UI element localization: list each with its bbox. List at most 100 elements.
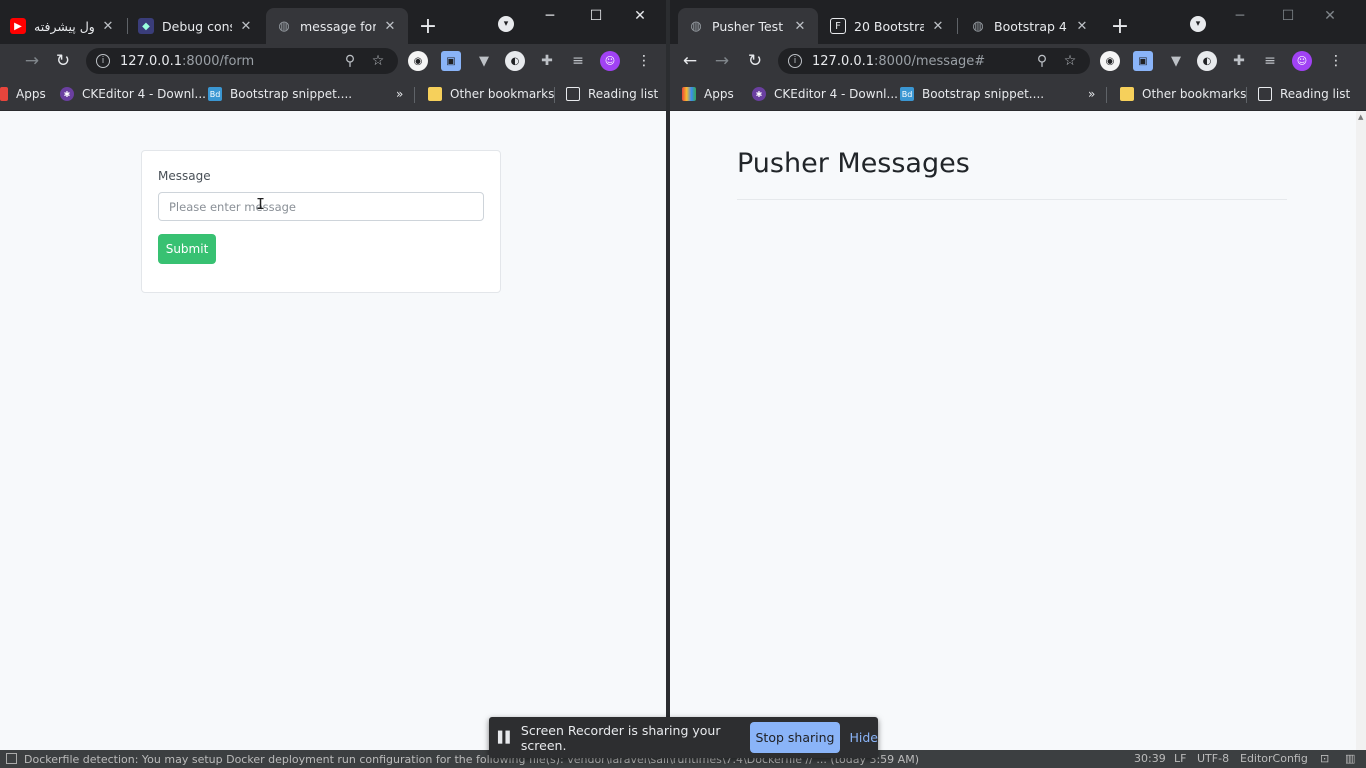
tab-strip: ◍ Pusher Test ✕ F 20 Bootstrap C ✕ ◍ Boo… <box>670 0 1366 44</box>
trash-icon[interactable]: ▥ <box>1345 752 1355 765</box>
menu-icon[interactable]: ⋮ <box>1326 51 1346 71</box>
vue-devtools-icon[interactable]: ▼ <box>474 51 494 71</box>
status-toggle-icon[interactable] <box>6 753 17 764</box>
ckeditor-icon: ✱ <box>60 87 74 101</box>
tab-search-icon[interactable]: ▾ <box>498 16 514 32</box>
lock-icon[interactable]: ⊡ <box>1320 752 1329 765</box>
close-icon[interactable]: ✕ <box>100 19 116 34</box>
line-separator[interactable]: LF <box>1174 752 1186 765</box>
editorconfig-status[interactable]: EditorConfig <box>1240 752 1308 765</box>
close-window-icon[interactable]: ✕ <box>1310 4 1350 28</box>
bootdey-icon: Bd <box>208 87 222 101</box>
close-icon[interactable]: ✕ <box>930 19 946 34</box>
tab-20-bootstrap[interactable]: F 20 Bootstrap C ✕ <box>820 8 956 44</box>
tab-youtube[interactable]: ▶ لاراول پیشرفته ✕ <box>0 8 126 44</box>
minimize-icon[interactable]: ─ <box>1220 4 1260 28</box>
minimize-icon[interactable]: ─ <box>530 4 570 28</box>
address-bar[interactable]: i 127.0.0.1:8000/message# ⚲ ☆ <box>778 48 1090 74</box>
bookmark-label: Reading list <box>1280 87 1351 101</box>
caret-position[interactable]: 30:39 <box>1134 752 1166 765</box>
extensions-puzzle-icon[interactable]: ✚ <box>1229 51 1249 71</box>
maximize-icon[interactable]: ☐ <box>576 4 616 28</box>
bookmark-bootstrap-snippet[interactable]: Bd Bootstrap snippet.... <box>900 85 1044 103</box>
new-tab-button[interactable]: + <box>414 12 442 40</box>
bookmarks-overflow-button[interactable]: » <box>1088 85 1095 103</box>
maximize-icon[interactable]: ☐ <box>1268 4 1308 28</box>
vue-devtools-icon[interactable]: ▼ <box>1166 51 1186 71</box>
stop-sharing-button[interactable]: Stop sharing <box>750 722 840 753</box>
reload-icon[interactable]: ↻ <box>743 49 767 73</box>
close-icon[interactable]: ✕ <box>792 19 808 34</box>
globe-icon: ◍ <box>972 18 984 34</box>
folder-icon <box>428 87 442 101</box>
tab-title: message form <box>300 18 376 34</box>
bookmark-star-icon[interactable]: ☆ <box>1060 53 1080 69</box>
profile-avatar[interactable]: ☺ <box>1292 51 1312 71</box>
scrollbar[interactable]: ▲ <box>1356 111 1366 750</box>
youtube-icon: ▶ <box>10 18 26 34</box>
bookmark-bootstrap-snippet[interactable]: Bd Bootstrap snippet.... <box>208 85 352 103</box>
back-icon[interactable]: ← <box>678 49 702 73</box>
message-label: Message <box>158 169 211 183</box>
submit-button[interactable]: Submit <box>158 234 216 264</box>
close-icon[interactable]: ✕ <box>238 19 254 34</box>
bootdey-icon: Bd <box>900 87 914 101</box>
tab-pusher-test[interactable]: ◍ Pusher Test ✕ <box>678 8 818 44</box>
bookmark-other[interactable]: Other bookmarks <box>1120 85 1246 103</box>
apps-shortcut[interactable]: Apps <box>0 85 46 103</box>
bookmark-label: Reading list <box>588 87 659 101</box>
tab-message-form[interactable]: ◍ message form ✕ <box>266 8 408 44</box>
bookmark-star-icon[interactable]: ☆ <box>368 53 388 69</box>
ckeditor-icon: ✱ <box>752 87 766 101</box>
message-form-card: Message Submit <box>141 150 501 293</box>
url-text: 127.0.0.1:8000/form <box>120 53 255 69</box>
extension-globe-icon[interactable]: ◉ <box>1100 51 1120 71</box>
reload-icon[interactable]: ↻ <box>51 49 75 73</box>
bookmark-other[interactable]: Other bookmarks <box>428 85 554 103</box>
zoom-icon[interactable]: ⚲ <box>340 53 360 69</box>
forward-icon[interactable]: → <box>20 49 44 73</box>
close-icon[interactable]: ✕ <box>1074 19 1090 34</box>
new-tab-button[interactable]: + <box>1106 12 1134 40</box>
address-bar[interactable]: i 127.0.0.1:8000/form ⚲ ☆ <box>86 48 398 74</box>
extension-icon[interactable]: ◐ <box>505 51 525 71</box>
bookmarks-bar: Apps ✱ CKEditor 4 - Downl... Bd Bootstra… <box>0 78 666 111</box>
reading-list[interactable]: Reading list <box>1258 85 1350 103</box>
media-control-icon[interactable]: ≡ <box>1260 51 1280 71</box>
reading-list[interactable]: Reading list <box>566 85 658 103</box>
tab-title: Bootstrap 4 Sn <box>994 18 1068 34</box>
apps-grid-icon <box>0 87 8 101</box>
info-icon[interactable]: i <box>788 54 802 68</box>
divider-line <box>737 199 1287 200</box>
close-icon[interactable]: ✕ <box>382 19 398 34</box>
forward-icon[interactable]: → <box>710 49 734 73</box>
extension-globe-icon[interactable]: ◉ <box>408 51 428 71</box>
globe-icon: ◍ <box>278 18 290 34</box>
media-control-icon[interactable]: ≡ <box>568 51 588 71</box>
scroll-up-icon[interactable]: ▲ <box>1358 113 1363 121</box>
close-window-icon[interactable]: ✕ <box>620 4 660 28</box>
profile-avatar[interactable]: ☺ <box>600 51 620 71</box>
screen-capture-icon[interactable]: ▣ <box>1133 51 1153 71</box>
message-input[interactable] <box>158 192 484 221</box>
tab-bootstrap-4[interactable]: ◍ Bootstrap 4 Sn ✕ <box>960 8 1100 44</box>
tab-debug-console[interactable]: ◆ Debug console ✕ <box>128 8 264 44</box>
zoom-icon[interactable]: ⚲ <box>1032 53 1052 69</box>
hide-button[interactable]: Hide <box>850 730 879 745</box>
apps-shortcut[interactable]: Apps <box>682 85 734 103</box>
extension-icon[interactable]: ◐ <box>1197 51 1217 71</box>
bookmark-ckeditor[interactable]: ✱ CKEditor 4 - Downl... <box>752 85 898 103</box>
file-encoding[interactable]: UTF-8 <box>1197 752 1229 765</box>
extensions-puzzle-icon[interactable]: ✚ <box>537 51 557 71</box>
bookmarks-overflow-button[interactable]: » <box>396 85 403 103</box>
bookmark-ckeditor[interactable]: ✱ CKEditor 4 - Downl... <box>60 85 206 103</box>
menu-icon[interactable]: ⋮ <box>634 51 654 71</box>
screen-capture-icon[interactable]: ▣ <box>441 51 461 71</box>
info-icon[interactable]: i <box>96 54 110 68</box>
reading-list-icon <box>1258 87 1272 101</box>
right-browser-window: ◍ Pusher Test ✕ F 20 Bootstrap C ✕ ◍ Boo… <box>670 0 1366 750</box>
tab-search-icon[interactable]: ▾ <box>1190 16 1206 32</box>
tab-separator <box>957 18 958 34</box>
bookmark-label: Apps <box>704 87 734 101</box>
bookmark-label: CKEditor 4 - Downl... <box>774 87 898 101</box>
